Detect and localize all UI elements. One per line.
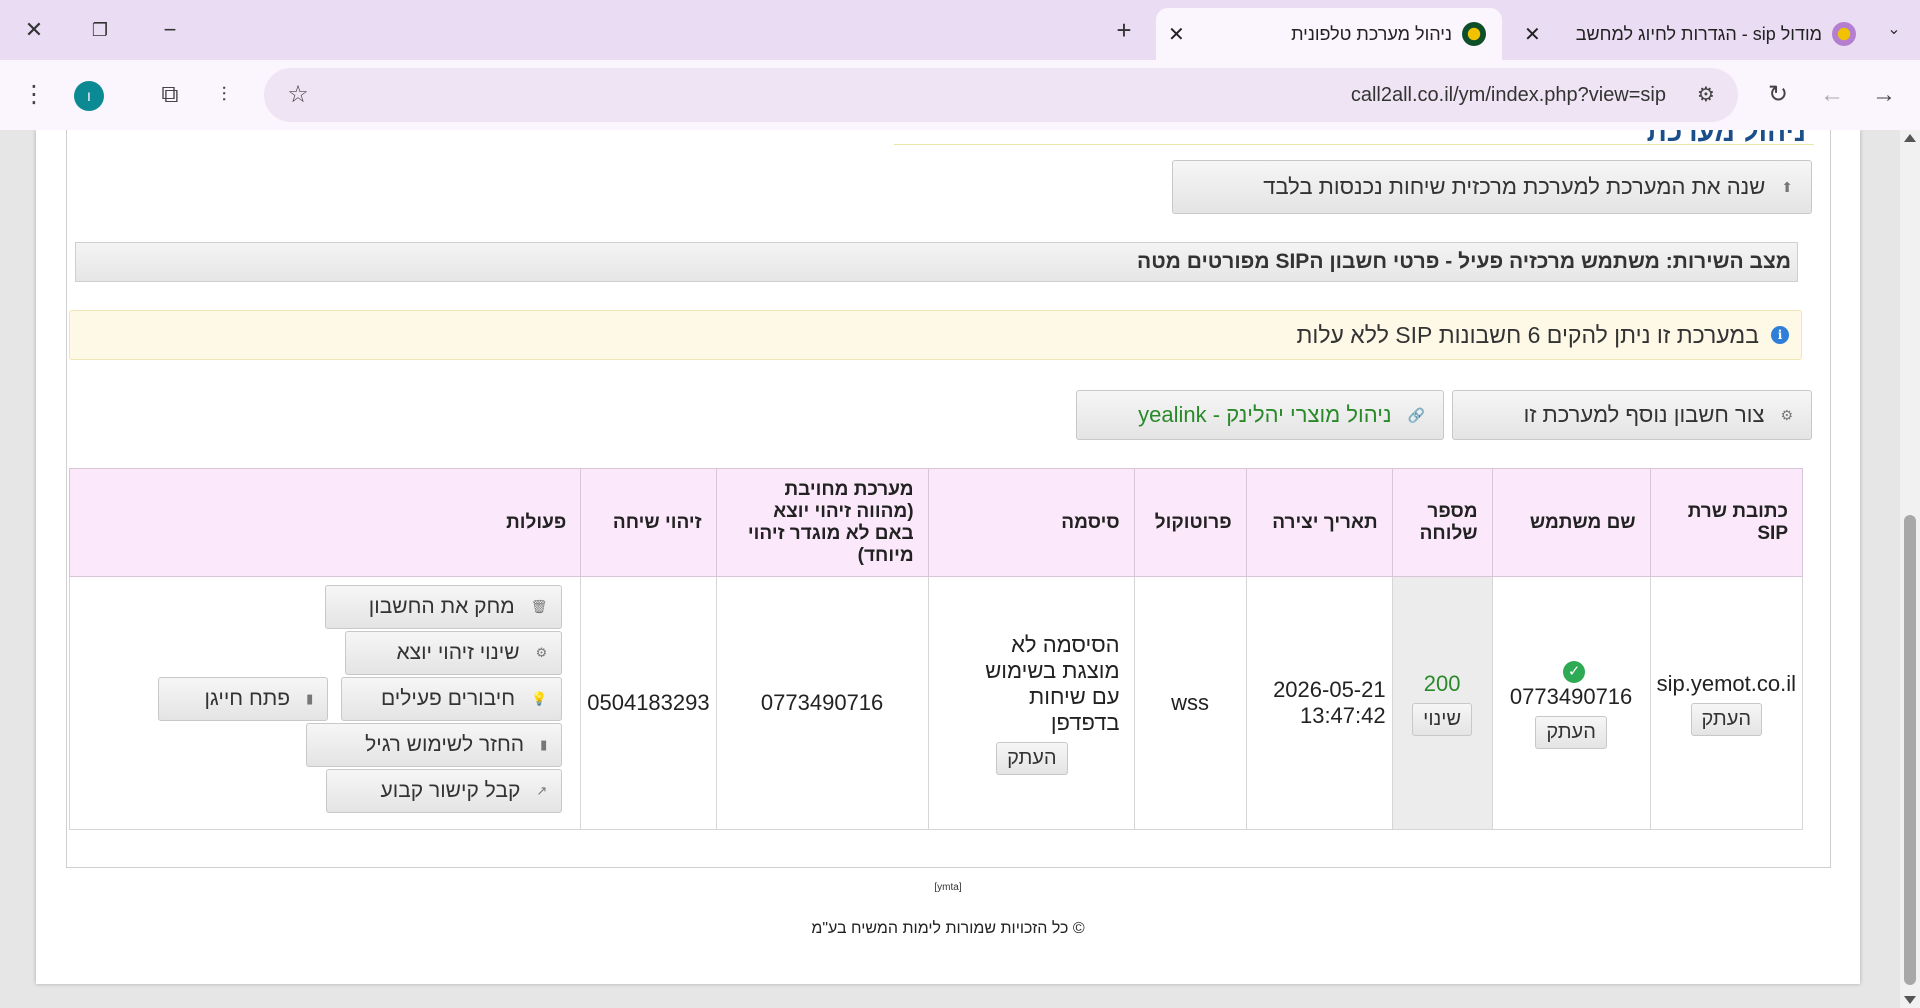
tab-favicon-icon — [1832, 22, 1856, 46]
copy-server-button[interactable]: העתק — [1690, 702, 1763, 736]
browser-tab-bar: ✕ ❐ − + ניהול מערכת טלפונית ✕ מודול sip … — [0, 0, 1920, 60]
cell-protocol: wss — [1133, 576, 1247, 830]
gear-icon: ⚙ — [1780, 406, 1793, 423]
copy-username-button[interactable]: העתק — [1535, 715, 1607, 749]
col-actions: פעולות — [68, 468, 582, 577]
external-link-icon: ↗ — [536, 783, 548, 798]
cell-server: sip.yemot.co.il העתק — [1649, 576, 1804, 830]
free-accounts-notice: i במערכת זו ניתן להקים 6 חשבונות SIP ללא… — [69, 310, 1802, 360]
footer-copyright: © כל הזכויות שמורות לימות המשיח בע"מ — [811, 920, 1085, 937]
close-window-icon[interactable]: ✕ — [18, 14, 50, 46]
trash-icon: 🗑 — [530, 599, 548, 614]
tab-close-icon[interactable]: ✕ — [1524, 22, 1541, 47]
sip-panel: ניהול מערכת ⬆ שנה את המערכת למערכת מרכזי… — [66, 130, 1831, 868]
yealink-manage-button[interactable]: 🔗 ניהול מוצרי יהלינק - yealink — [1076, 390, 1444, 440]
sip-accounts-table: כתובת שרת SIP שם משתמש מספר שלוחה תאריך … — [68, 468, 1804, 830]
col-username: שם משתמש — [1491, 468, 1651, 577]
extensions-icon[interactable]: ⧉ — [152, 77, 188, 113]
col-billed-system: מערכת מחויבת (מהווה זיהוי יוצא באם לא מו… — [715, 468, 929, 577]
minimize-window-icon[interactable]: − — [154, 14, 186, 46]
col-caller-id: זיהוי שיחה — [580, 468, 717, 577]
menu-dots-icon[interactable]: ⋮ — [16, 77, 52, 113]
cell-actions: 🗑 מחק את החשבון ⚙ שינוי זיהוי יוצא 💡 חיבורי… — [68, 576, 582, 830]
back-icon[interactable]: ← — [1814, 77, 1850, 113]
check-icon: ✓ — [1563, 660, 1586, 683]
col-server: כתובת שרת SIP — [1649, 468, 1804, 577]
cell-password: הסיסמה לא מוצגת בשימוש עם שיחות בדפדפן ה… — [927, 576, 1135, 830]
tab-search-chevron-icon[interactable]: ⌄ — [1878, 14, 1910, 46]
tab-close-icon[interactable]: ✕ — [1168, 22, 1185, 47]
open-dialer-button[interactable]: ▮ פתח חייגן — [158, 677, 329, 721]
footer-tag: [ymta] — [934, 882, 962, 893]
url-text[interactable]: call2all.co.il/ym/index.php?view=sip — [1351, 68, 1666, 122]
switch-to-inbound-button[interactable]: ⬆ שנה את המערכת למערכת מרכזית שיחות נכנס… — [1172, 160, 1812, 214]
cell-caller-id: 0504183293 — [580, 576, 717, 830]
info-icon: i — [1771, 326, 1789, 344]
page-viewport: ניהול מערכת ⬆ שנה את המערכת למערכת מרכזי… — [0, 130, 1900, 1008]
address-bar[interactable]: ☆ call2all.co.il/ym/index.php?view=sip ⚙ — [264, 68, 1738, 122]
reload-icon[interactable]: ↻ — [1760, 77, 1796, 113]
forward-icon[interactable]: → — [1866, 77, 1902, 113]
link-icon: 🔗 — [1407, 406, 1425, 423]
scroll-down-icon[interactable] — [1904, 996, 1916, 1004]
cast-icon[interactable]: ⫶ — [206, 77, 242, 113]
service-status-bar: מצב השירות: משתמש מרכזיה פעיל - פרטי חשב… — [75, 242, 1798, 282]
col-created: תאריך יצירה — [1245, 468, 1393, 577]
heading-divider — [894, 144, 1814, 145]
signal-bars-icon: ▮ — [306, 691, 314, 706]
bookmark-star-icon[interactable]: ☆ — [280, 77, 316, 113]
delete-account-button[interactable]: 🗑 מחק את החשבון — [325, 585, 563, 629]
permanent-link-button[interactable]: ↗ קבל קישור קבוע — [326, 769, 563, 813]
restore-window-icon[interactable]: ❐ — [84, 14, 116, 46]
lightbulb-icon: 💡 — [531, 691, 548, 706]
col-password: סיסמה — [927, 468, 1135, 577]
cell-created: 2026-05-21 13:47:42 — [1245, 576, 1393, 830]
tab-phone-system[interactable]: ניהול מערכת טלפונית ✕ — [1156, 8, 1502, 60]
new-tab-icon[interactable]: + — [1108, 14, 1140, 46]
page-card: ניהול מערכת ⬆ שנה את המערכת למערכת מרכזי… — [36, 130, 1860, 984]
scroll-up-icon[interactable] — [1904, 134, 1916, 142]
tab-sip-module[interactable]: מודול sip - הגדרות לחיוג למחשב ✕ — [1512, 8, 1872, 60]
create-account-button[interactable]: ⚙ צור חשבון נוסף למערכת זו — [1452, 390, 1812, 440]
page-scrollbar[interactable] — [1900, 130, 1920, 1008]
change-caller-id-button[interactable]: ⚙ שינוי זיהוי יוצא — [345, 631, 563, 675]
change-extension-button[interactable]: שינוי — [1412, 702, 1473, 736]
browser-toolbar: ⋮ ⧉ ⫶ ☆ call2all.co.il/ym/index.php?view… — [0, 60, 1920, 130]
section-heading: ניהול מערכת — [1646, 130, 1806, 147]
cell-billed-system: 0773490716 — [715, 576, 929, 830]
signal-bars-icon: ▮ — [540, 737, 548, 752]
site-settings-icon[interactable]: ⚙ — [1688, 77, 1724, 113]
cell-username: ✓0773490716 העתק — [1491, 576, 1651, 830]
col-extension: מספר שלוחה — [1391, 468, 1493, 577]
gear-icon: ⚙ — [535, 645, 548, 660]
active-connections-button[interactable]: 💡 חיבורים פעילים — [341, 677, 563, 721]
cell-extension: 200 שינוי — [1391, 576, 1493, 830]
scroll-thumb[interactable] — [1904, 515, 1916, 985]
col-protocol: פרוטוקול — [1133, 468, 1247, 577]
table-row: sip.yemot.co.il העתק ✓0773490716 העתק 20… — [68, 576, 1804, 830]
copy-password-button[interactable]: העתק — [996, 741, 1068, 775]
arrow-up-icon: ⬆ — [1781, 178, 1793, 195]
profile-avatar[interactable]: ו — [74, 81, 104, 111]
tab-favicon-icon — [1462, 22, 1486, 46]
restore-regular-use-button[interactable]: ▮ החזר לשימוש רגיל — [306, 723, 563, 767]
table-header-row: כתובת שרת SIP שם משתמש מספר שלוחה תאריך … — [68, 468, 1804, 577]
